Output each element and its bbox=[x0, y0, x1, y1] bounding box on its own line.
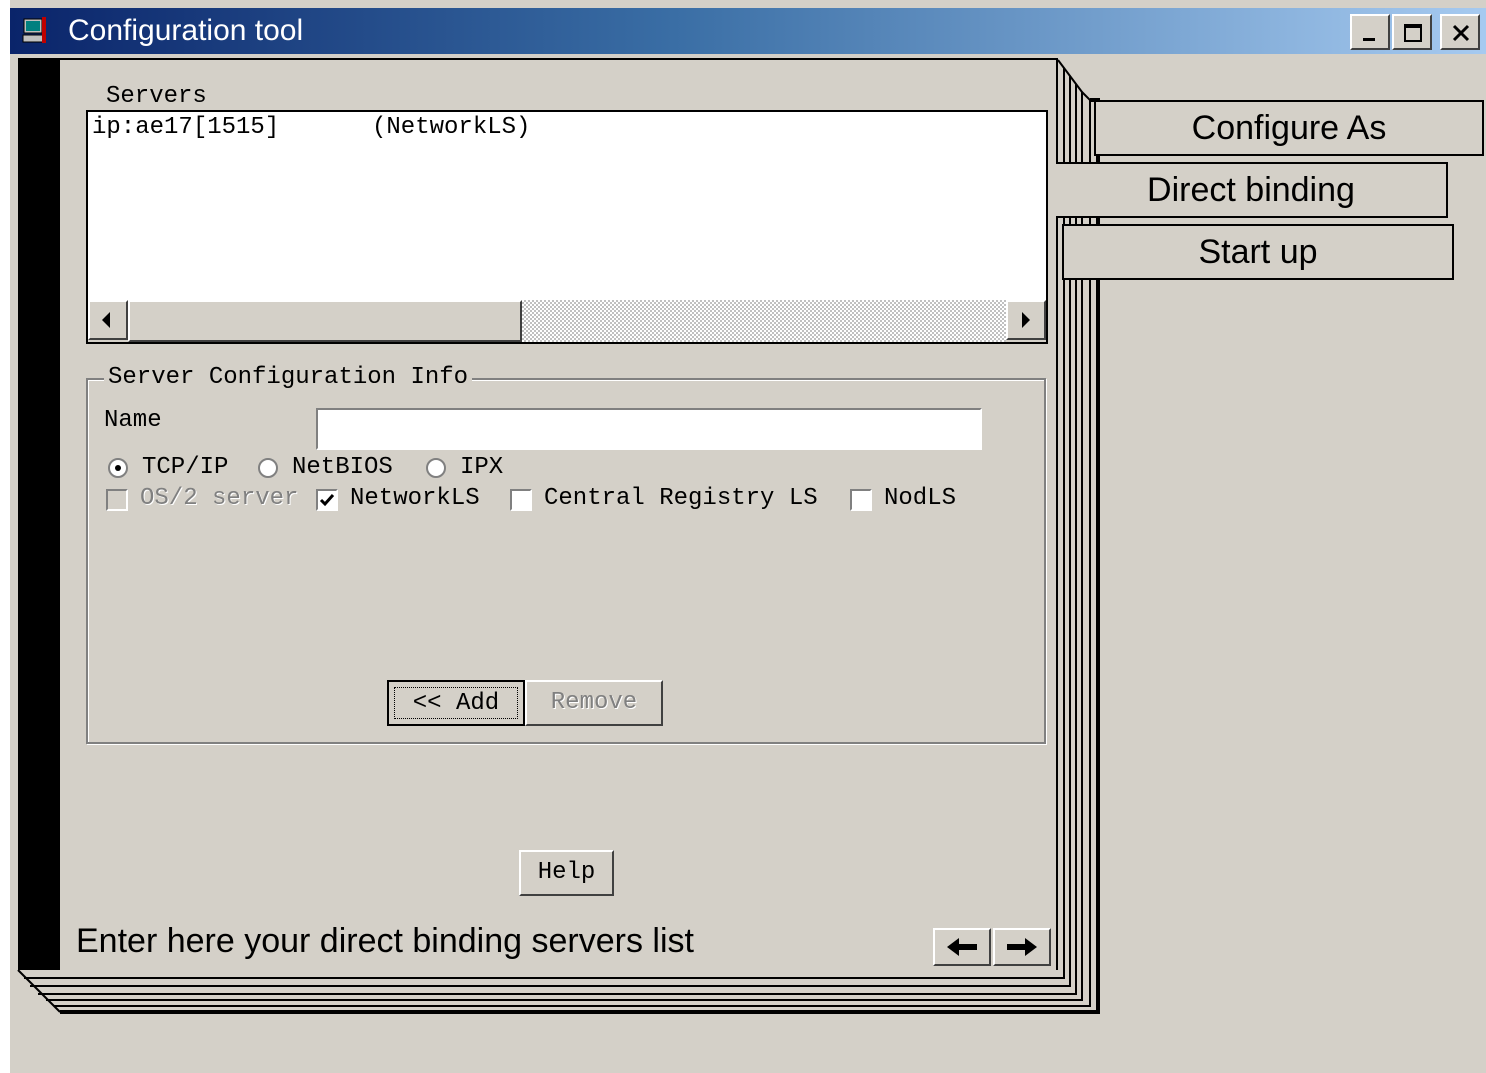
arrow-left-icon bbox=[102, 312, 110, 328]
radio-ipx-label[interactable]: IPX bbox=[460, 454, 503, 481]
name-label: Name bbox=[104, 407, 162, 434]
arrow-right-icon bbox=[1022, 312, 1030, 328]
checkbox-os2-server-label: OS/2 server bbox=[140, 485, 299, 512]
radio-ipx[interactable] bbox=[426, 458, 446, 478]
scroll-right-button[interactable] bbox=[1006, 300, 1046, 340]
servers-label: Servers bbox=[106, 83, 207, 110]
arrow-right-icon bbox=[1007, 938, 1037, 956]
remove-button: Remove bbox=[525, 680, 663, 726]
radio-netbios[interactable] bbox=[258, 458, 278, 478]
server-config-title: Server Configuration Info bbox=[104, 364, 473, 391]
checkbox-nodls[interactable] bbox=[850, 489, 872, 511]
add-button[interactable]: << Add bbox=[387, 680, 525, 726]
server-type: (NetworkLS) bbox=[372, 114, 531, 141]
list-item[interactable]: ip:ae17[1515] (NetworkLS) bbox=[92, 114, 1042, 142]
checkbox-central-registry-ls[interactable] bbox=[510, 489, 532, 511]
status-text: Enter here your direct binding servers l… bbox=[76, 922, 694, 960]
checkbox-central-registry-ls-label[interactable]: Central Registry LS bbox=[544, 485, 818, 512]
scrollbar-thumb[interactable] bbox=[128, 300, 522, 342]
checkbox-networkls[interactable] bbox=[316, 489, 338, 511]
tab-configure-as[interactable]: Configure As bbox=[1094, 100, 1484, 156]
help-button[interactable]: Help bbox=[519, 850, 614, 896]
radio-tcpip[interactable] bbox=[108, 458, 128, 478]
scroll-left-button[interactable] bbox=[88, 300, 128, 340]
checkbox-networkls-label[interactable]: NetworkLS bbox=[350, 485, 480, 512]
checkbox-nodls-label[interactable]: NodLS bbox=[884, 485, 956, 512]
checkbox-os2-server bbox=[106, 489, 128, 511]
horizontal-scrollbar[interactable] bbox=[88, 300, 1046, 342]
tab-start-up[interactable]: Start up bbox=[1062, 224, 1454, 280]
name-input[interactable] bbox=[316, 408, 982, 450]
next-page-button[interactable] bbox=[993, 928, 1051, 966]
servers-listbox[interactable]: ip:ae17[1515] (NetworkLS) bbox=[86, 110, 1048, 344]
radio-tcpip-label[interactable]: TCP/IP bbox=[142, 454, 228, 481]
add-button-label: << Add bbox=[394, 687, 518, 719]
tab-direct-binding[interactable]: Direct binding bbox=[1056, 162, 1448, 218]
previous-page-button[interactable] bbox=[933, 928, 991, 966]
checkmark-icon bbox=[319, 494, 335, 507]
arrow-left-icon bbox=[947, 938, 977, 956]
notebook-spine bbox=[18, 58, 60, 970]
server-address: ip:ae17[1515] bbox=[92, 114, 280, 141]
radio-netbios-label[interactable]: NetBIOS bbox=[292, 454, 393, 481]
